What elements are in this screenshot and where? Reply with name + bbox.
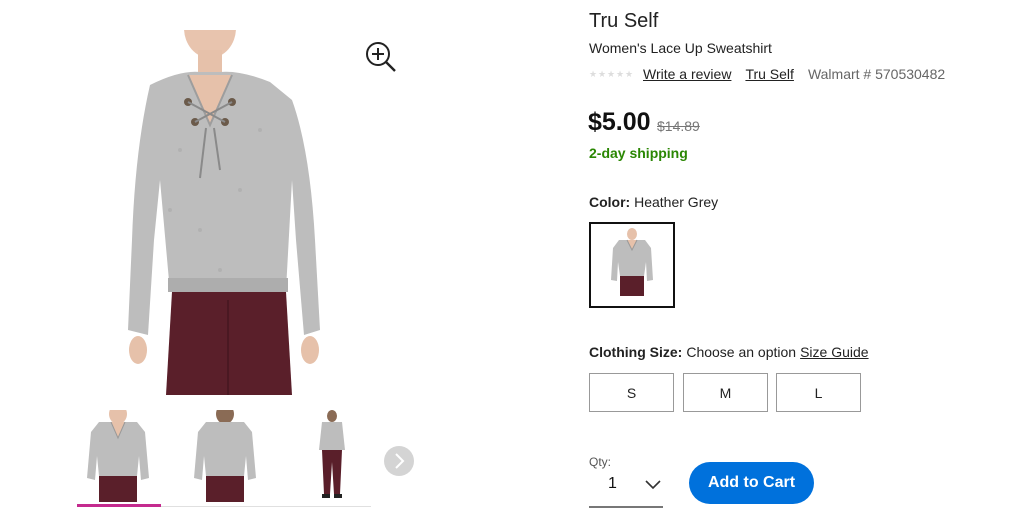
quantity-value: 1 [608,475,617,492]
color-label-title: Color: [589,194,631,210]
star-icon: ★ [589,69,598,79]
size-option-m[interactable]: M [683,373,768,412]
chevron-right-icon[interactable] [384,446,414,476]
star-icon: ★ [616,69,625,79]
thumbnail-selected-indicator [77,504,161,507]
was-price: $14.89 [657,118,700,134]
main-product-image[interactable] [110,30,340,395]
brand-link[interactable]: Tru Self [745,66,794,82]
shipping-badge: 2-day shipping [589,145,688,161]
color-label: Color: Heather Grey [589,194,718,210]
star-icon: ★ [607,69,616,79]
zoom-in-icon[interactable] [364,40,398,74]
thumbnail-back[interactable] [182,410,268,502]
current-price: $5.00 [588,108,651,136]
size-label: Clothing Size: Choose an option Size Gui… [589,344,869,360]
product-meta-row: ★ ★ ★ ★ ★ Write a review Tru Self Walmar… [589,65,945,83]
thumbnail-strip [75,410,375,510]
quantity-label: Qty: [589,455,612,469]
thumbnail-rail [161,506,371,507]
size-option-l[interactable]: L [776,373,861,412]
thumbnail-full-body[interactable] [289,410,375,502]
product-title: Women's Lace Up Sweatshirt [589,40,772,56]
quantity-select[interactable]: 1 [589,470,663,508]
size-guide-link[interactable]: Size Guide [800,344,868,360]
color-swatch-heather-grey[interactable] [589,222,675,308]
size-prompt: Choose an option [686,344,797,360]
thumbnail-front[interactable] [75,410,161,502]
color-selected-value: Heather Grey [634,194,719,210]
write-review-link[interactable]: Write a review [643,66,731,82]
star-icon: ★ [625,69,634,79]
size-label-title: Clothing Size: [589,344,683,360]
walmart-item-number: Walmart # 570530482 [807,66,946,82]
rating-stars: ★ ★ ★ ★ ★ [589,69,634,79]
star-icon: ★ [598,69,607,79]
add-to-cart-button[interactable]: Add to Cart [689,462,814,504]
product-brand: Tru Self [589,10,659,32]
size-option-s[interactable]: S [589,373,674,412]
chevron-down-icon [645,480,661,490]
